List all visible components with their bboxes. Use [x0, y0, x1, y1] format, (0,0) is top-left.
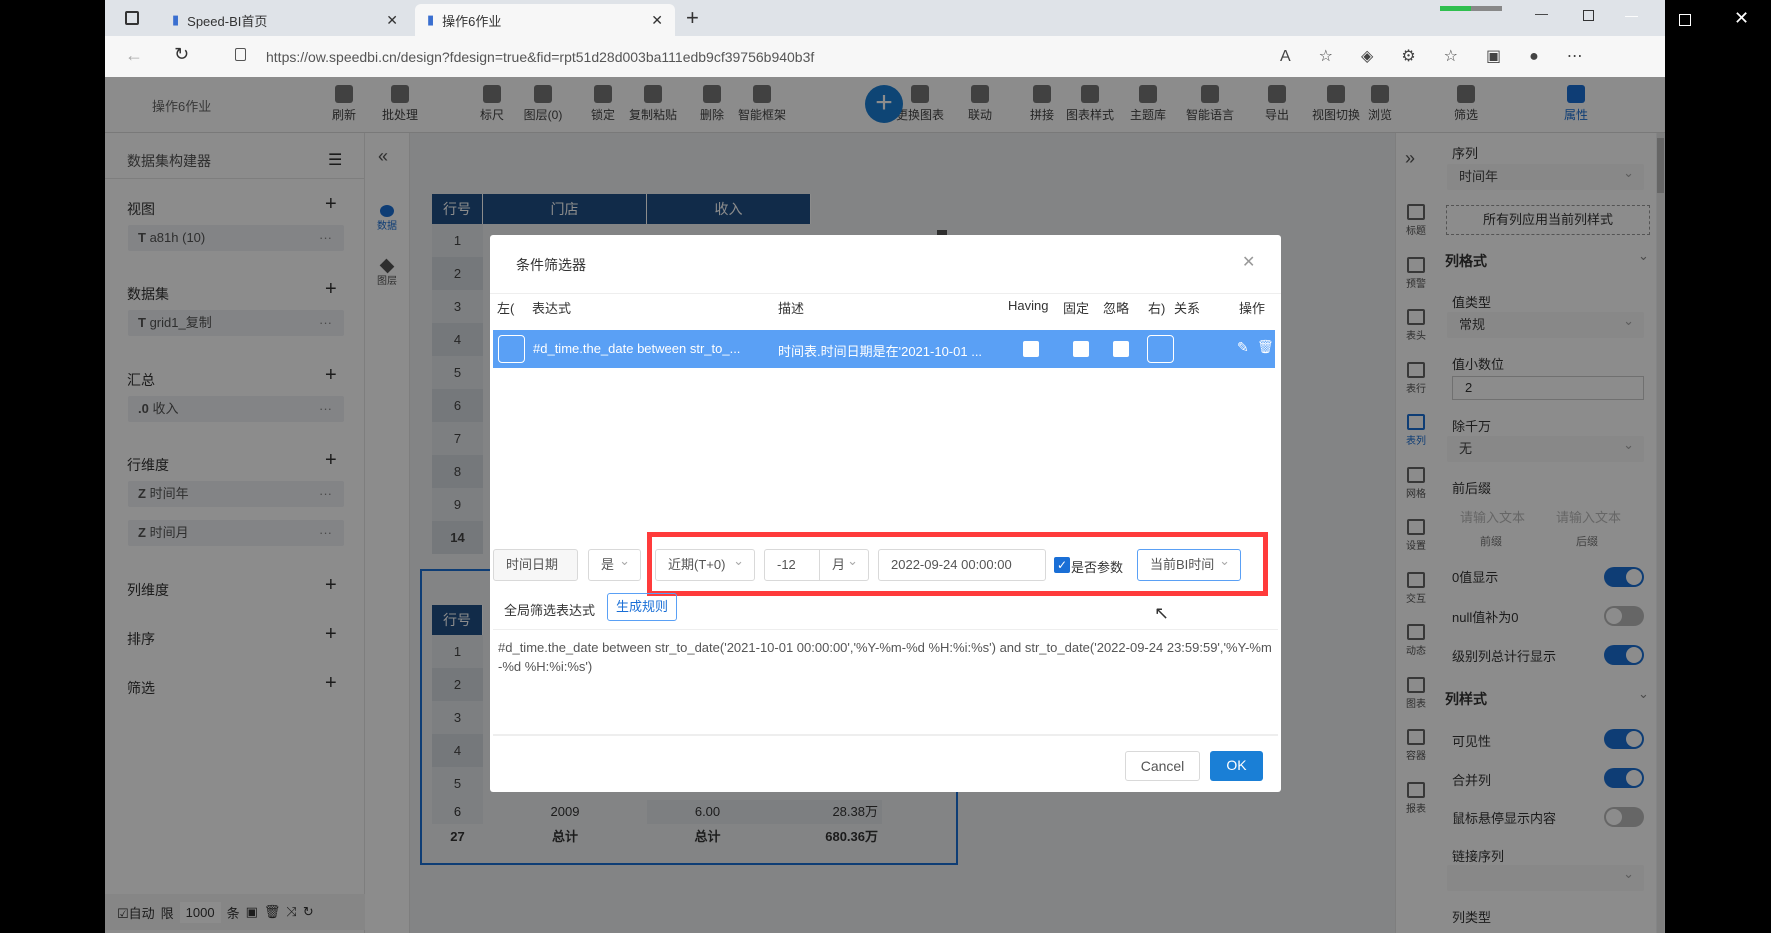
left-paren-input[interactable]	[498, 335, 525, 363]
back-icon[interactable]: ←	[125, 45, 143, 66]
tab-speedbi-home[interactable]: ▮ Speed-BI首页 ✕	[160, 4, 410, 36]
col-left-paren: 左(	[497, 301, 515, 316]
tab-active[interactable]: ▮ 操作6作业 ✕	[415, 4, 675, 36]
win-maximize-button[interactable]	[1679, 14, 1691, 26]
global-expression-label: 全局筛选表达式	[504, 603, 596, 618]
col-right-paren: 右)	[1148, 301, 1166, 316]
delete-icon[interactable]: 🗑	[1257, 339, 1274, 355]
col-actions: 操作	[1239, 301, 1266, 316]
close-icon[interactable]: ✕	[1242, 252, 1255, 272]
bar-chart-icon: ▮	[172, 12, 180, 27]
cursor-icon: ↖	[1154, 603, 1170, 623]
browser-actions: A☆◈⚙☆▣●⋯	[1280, 48, 1611, 65]
highlight-box	[647, 532, 1268, 596]
col-expression: 表达式	[532, 301, 572, 316]
having-checkbox[interactable]	[1023, 341, 1039, 357]
row-expression: #d_time.the_date between str_to_...	[533, 341, 741, 356]
sidebar-toggle-icon[interactable]	[125, 11, 139, 25]
divider	[490, 293, 1281, 294]
bar-chart-icon: ▮	[427, 12, 435, 27]
col-relation: 关系	[1174, 301, 1201, 316]
dialog-title: 条件筛选器	[516, 257, 586, 273]
new-tab-button[interactable]: +	[686, 5, 699, 31]
lock-icon	[235, 48, 246, 61]
col-having: Having	[1008, 298, 1049, 313]
col-ignore: 忽略	[1103, 301, 1130, 316]
generate-rule-button[interactable]: 生成规则	[607, 593, 678, 621]
win-close-button[interactable]: ✕	[1734, 8, 1749, 29]
right-paren-input[interactable]	[1147, 335, 1174, 363]
maximize-button[interactable]	[1583, 10, 1594, 21]
col-description: 描述	[778, 301, 805, 316]
edit-icon[interactable]: ✎	[1237, 339, 1249, 356]
reload-icon[interactable]: ↻	[174, 44, 189, 65]
url-input[interactable]: https://ow.speedbi.cn/design?fdesign=tru…	[266, 42, 1266, 72]
filter-row[interactable]: #d_time.the_date between str_to_... 时间表.…	[493, 330, 1275, 368]
condition-filter-dialog: 条件筛选器 ✕ 左( 表达式 描述 Having 固定 忽略 右) 关系 操作 …	[490, 235, 1281, 792]
close-tab-icon[interactable]: ✕	[386, 12, 398, 29]
fixed-checkbox[interactable]	[1073, 341, 1089, 357]
col-fixed: 固定	[1063, 301, 1090, 316]
expression-textarea[interactable]: #d_time.the_date between str_to_date('20…	[493, 629, 1278, 736]
row-description: 时间表.时间日期是在'2021-10-01 ...	[778, 344, 983, 359]
close-tab-icon[interactable]: ✕	[651, 12, 663, 29]
win-minimize-button[interactable]: —	[1625, 8, 1638, 23]
download-progress	[1440, 6, 1502, 11]
field-button[interactable]: 时间日期	[493, 549, 578, 581]
minimize-button[interactable]: —	[1535, 6, 1548, 21]
cancel-button[interactable]: Cancel	[1125, 751, 1200, 781]
ok-button[interactable]: OK	[1210, 751, 1263, 781]
is-select[interactable]: 是	[588, 546, 641, 581]
ignore-checkbox[interactable]	[1113, 341, 1129, 357]
